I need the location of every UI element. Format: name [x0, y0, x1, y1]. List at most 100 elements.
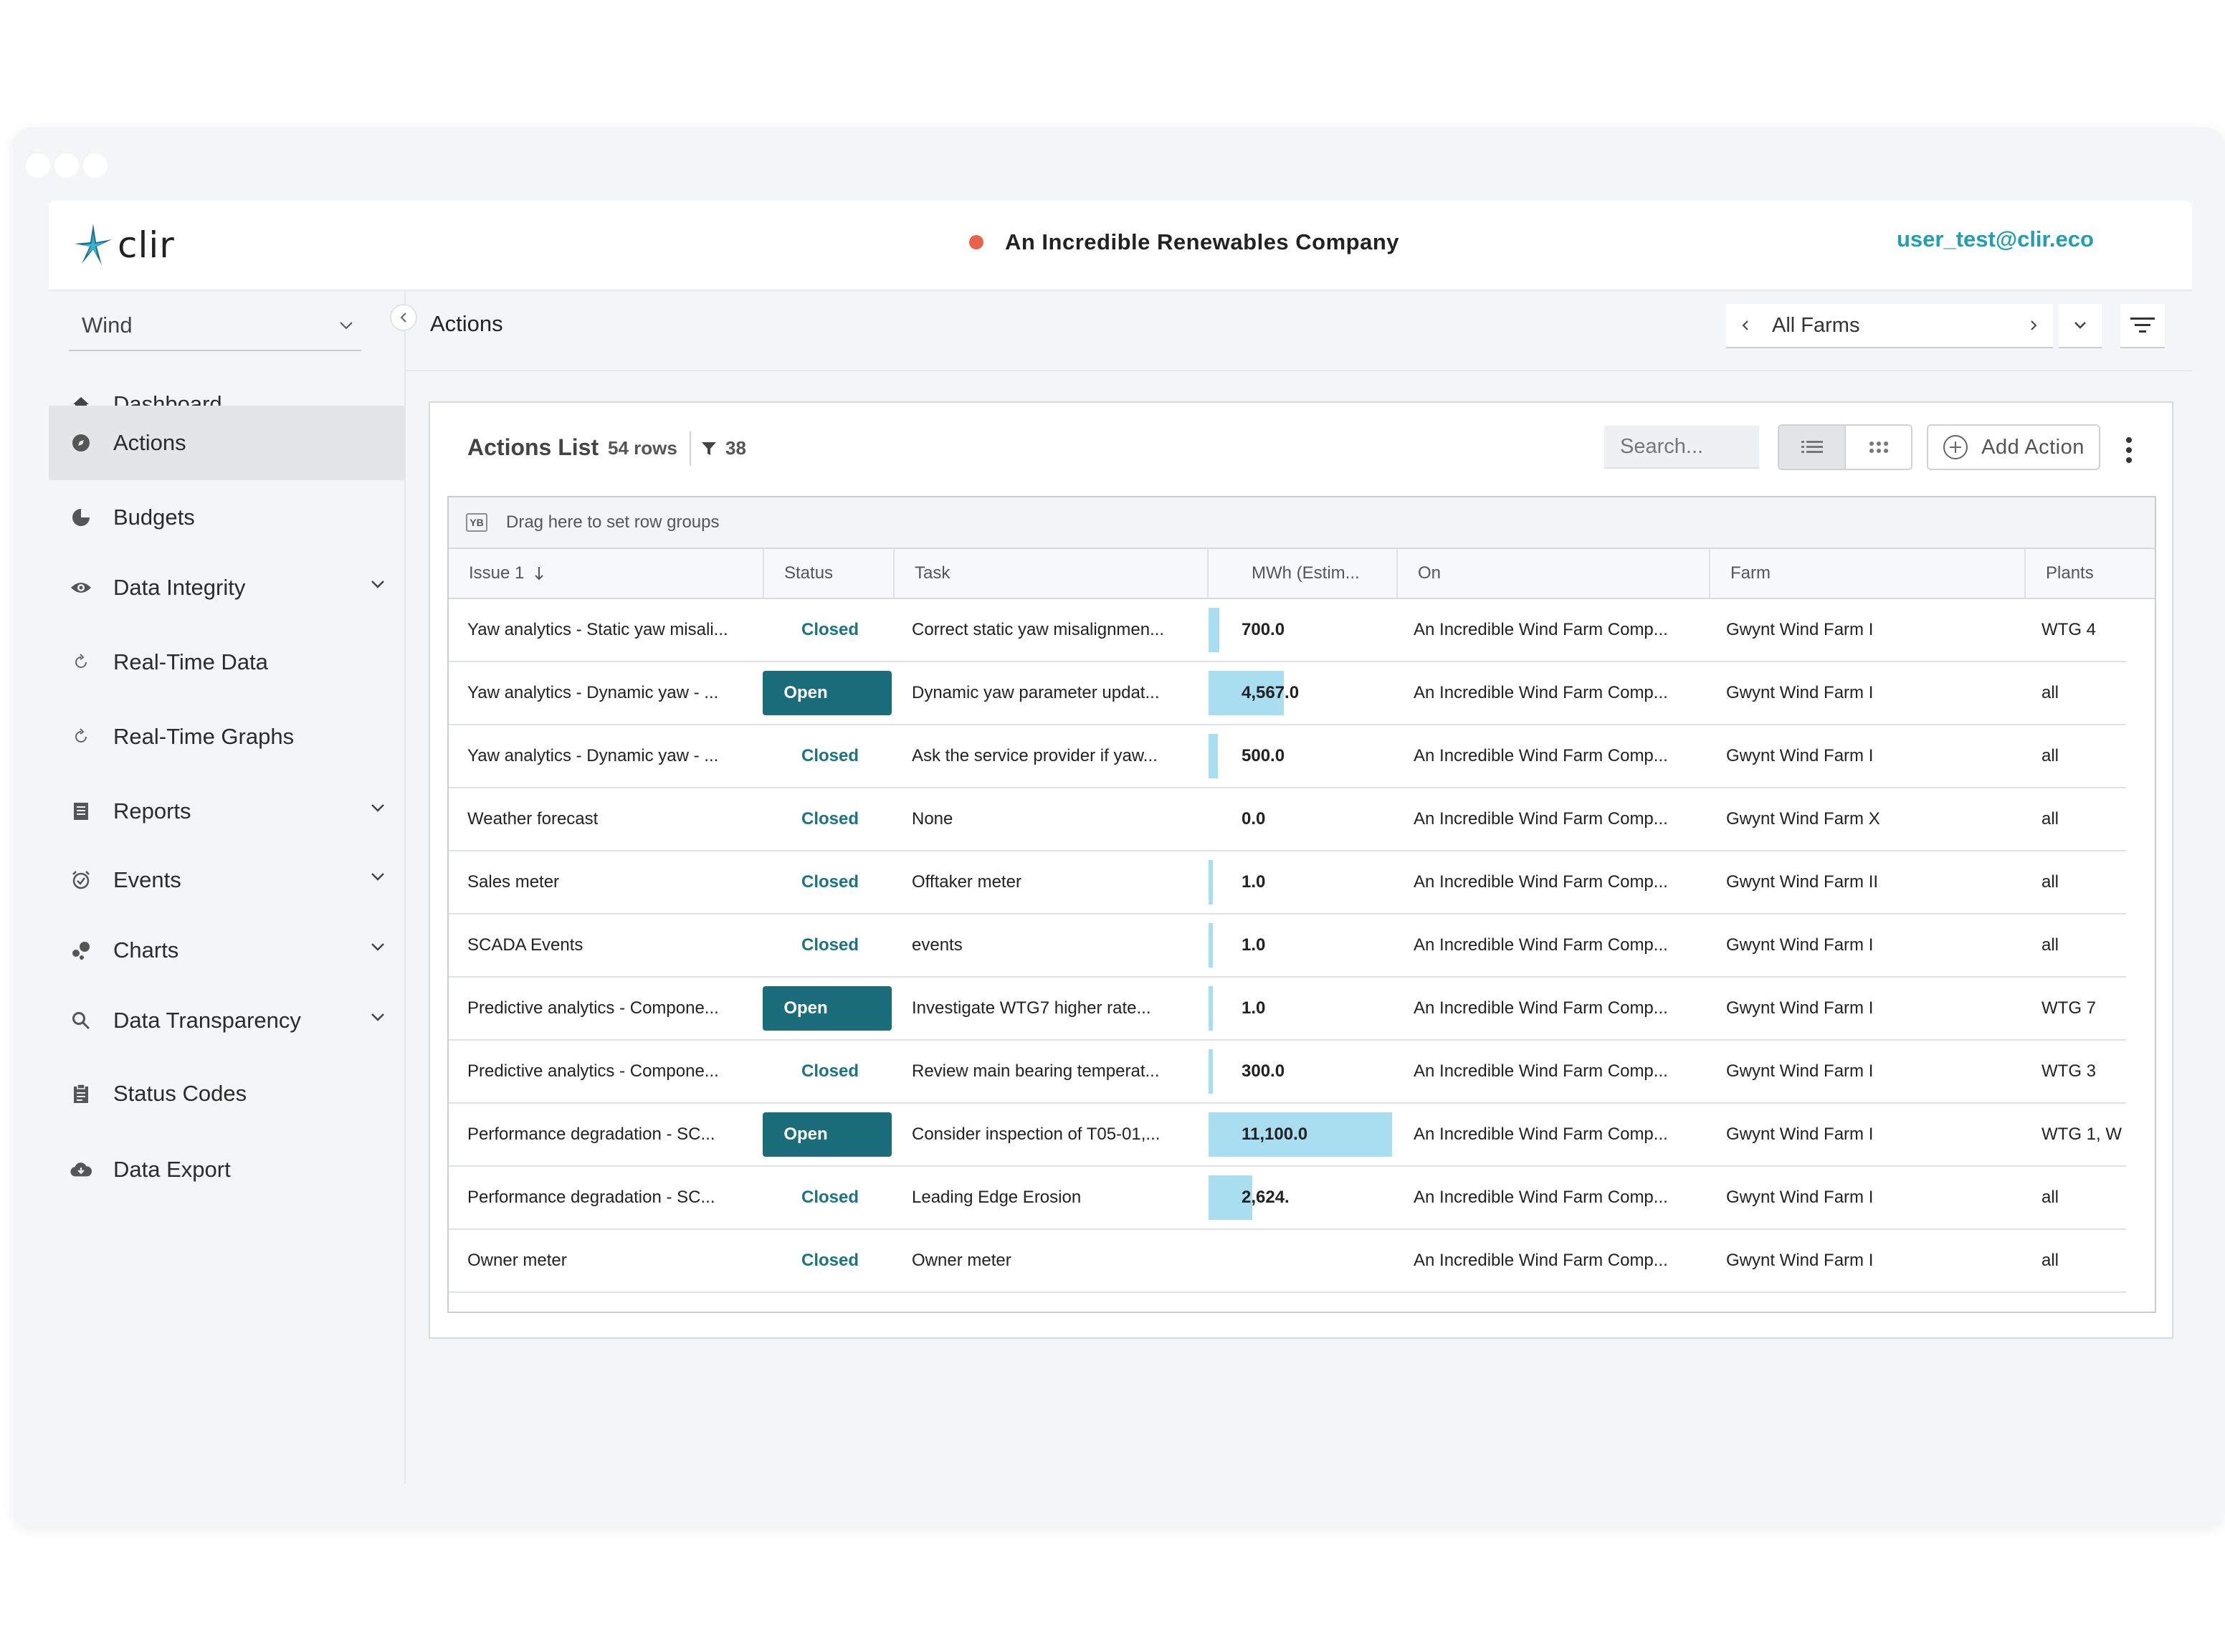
table-row[interactable]: Predictive analytics - Compone... Closed R…	[449, 1041, 2126, 1104]
column-header-plants[interactable]: Plants	[2026, 549, 2155, 598]
sidebar-item-label: Real-Time Graphs	[113, 724, 295, 749]
table-row[interactable]: Sales meter Closed Offtaker meter 1.0 An Inc…	[449, 851, 2126, 915]
farm-selector-label: All Farms	[1772, 313, 1860, 337]
issue-cell: Owner meter	[467, 1251, 567, 1270]
column-header-on[interactable]: On	[1398, 549, 1710, 598]
table-row[interactable]: Weather forecast Closed None 0.0 An Incredib…	[449, 788, 2126, 851]
actions-table: YB Drag here to set row groups Issue 1 S…	[447, 496, 2156, 1313]
chevron-left-icon[interactable]	[1740, 318, 1750, 333]
table-row[interactable]: Predictive analytics - Compone... Open Inv…	[449, 978, 2126, 1041]
issue-cell: Performance degradation - SC...	[467, 1188, 715, 1207]
farm-selector[interactable]: All Farms	[1726, 304, 2053, 348]
page-header: Actions All Farms	[406, 291, 2192, 371]
sector-select[interactable]: Wind	[69, 301, 361, 351]
filter-count[interactable]: 38	[701, 437, 746, 459]
sidebar-item-label: Data Export	[113, 1157, 231, 1182]
farm-cell: Gwynt Wind Farm II	[1726, 872, 1879, 892]
table-row[interactable]: Performance degradation - SC... Open Consi…	[449, 1104, 2126, 1167]
sidebar-item-actions[interactable]: Actions	[49, 406, 404, 480]
table-row[interactable]: SCADA Events Closed events 1.0 An Incredible…	[449, 915, 2126, 978]
sidebar-item-events[interactable]: Events	[49, 843, 404, 917]
task-cell: Investigate WTG7 higher rate...	[912, 998, 1151, 1018]
sidebar-item-charts[interactable]: Charts	[49, 913, 404, 988]
sidebar-item-data-export[interactable]: Data Export	[49, 1132, 404, 1207]
farm-dropdown-button[interactable]	[2059, 304, 2102, 348]
column-header-issue[interactable]: Issue 1	[449, 549, 764, 598]
sector-label: Wind	[82, 312, 133, 338]
view-toggle[interactable]	[1778, 424, 1912, 470]
chevron-down-icon	[371, 581, 384, 588]
column-header-task[interactable]: Task	[895, 549, 1209, 598]
plants-cell: all	[2041, 1251, 2059, 1270]
mwh-value: 4,567.0	[1242, 683, 1300, 702]
task-cell: Offtaker meter	[912, 872, 1021, 892]
row-group-hint: Drag here to set row groups	[506, 512, 720, 532]
mwh-value: 0.0	[1242, 809, 1266, 829]
sidebar: Wind Dashboard Actions Budgets Data Inte…	[49, 291, 406, 1484]
plants-cell: all	[2041, 746, 2059, 765]
window-dot	[83, 153, 108, 178]
task-cell: Dynamic yaw parameter updat...	[912, 683, 1160, 702]
on-cell: An Incredible Wind Farm Comp...	[1414, 746, 1668, 765]
plants-cell: WTG 3	[2041, 1061, 2096, 1081]
plants-cell: all	[2041, 935, 2059, 955]
company-name: An Incredible Renewables Company	[969, 229, 1399, 255]
task-cell: Review main bearing temperat...	[912, 1061, 1160, 1081]
sidebar-item-data-integrity[interactable]: Data Integrity	[49, 550, 404, 625]
window-dot	[26, 153, 50, 178]
chevron-down-icon	[371, 873, 384, 881]
farm-cell: Gwynt Wind Farm I	[1726, 998, 1874, 1018]
issue-cell: Yaw analytics - Dynamic yaw - ...	[467, 746, 719, 765]
farm-cell: Gwynt Wind Farm I	[1726, 683, 1874, 702]
user-email[interactable]: user_test@clir.eco	[1897, 226, 2094, 252]
mwh-value: 1.0	[1242, 872, 1266, 892]
column-header-label: Status	[784, 563, 834, 583]
window-dot	[54, 153, 79, 178]
column-header-label: MWh (Estim...	[1252, 563, 1360, 583]
table-row[interactable]: Yaw analytics - Static yaw misali... Clos…	[449, 599, 2126, 662]
sidebar-item-label: Data Transparency	[113, 1008, 301, 1033]
clir-logo[interactable]: clir	[73, 222, 175, 268]
cloud-download-icon	[70, 1159, 92, 1180]
task-cell: Leading Edge Erosion	[912, 1188, 1082, 1207]
sidebar-item-real-time-data[interactable]: Real-Time Data	[49, 625, 404, 700]
mwh-value: 2,624.	[1242, 1188, 1290, 1207]
sidebar-item-data-transparency[interactable]: Data Transparency	[49, 983, 404, 1058]
plants-cell: all	[2041, 683, 2059, 702]
task-cell: Ask the service provider if yaw...	[912, 746, 1158, 765]
list-view-icon	[1801, 441, 1823, 453]
sidebar-item-label: Budgets	[113, 505, 195, 530]
table-row[interactable]: Yaw analytics - Dynamic yaw - ... Closed A…	[449, 725, 2126, 788]
farm-cell: Gwynt Wind Farm I	[1726, 746, 1874, 765]
sidebar-item-reports[interactable]: Reports	[49, 774, 404, 849]
page-title: Actions	[430, 311, 503, 336]
collapse-sidebar-button[interactable]	[390, 304, 417, 331]
task-cell: None	[912, 809, 953, 829]
task-cell: events	[912, 935, 963, 955]
farm-cell: Gwynt Wind Farm I	[1726, 1251, 1874, 1270]
mwh-bar	[1209, 923, 1213, 968]
card-more-options-icon[interactable]	[2126, 437, 2132, 463]
search-input[interactable]	[1604, 426, 1759, 469]
column-header-status[interactable]: Status	[764, 549, 895, 598]
table-row[interactable]: Performance degradation - SC... Closed Lea…	[449, 1167, 2126, 1230]
sidebar-item-status-codes[interactable]: Status Codes	[49, 1056, 404, 1131]
compass-icon	[70, 432, 92, 454]
sidebar-item-budgets[interactable]: Budgets	[49, 480, 404, 555]
table-row[interactable]: Yaw analytics - Dynamic yaw - ... Open Dyn…	[449, 662, 2126, 725]
filter-button[interactable]	[2120, 304, 2165, 348]
grid-view-button[interactable]	[1846, 426, 1911, 469]
sidebar-item-real-time-graphs[interactable]: Real-Time Graphs	[49, 700, 404, 774]
row-group-drop-zone[interactable]: YB Drag here to set row groups	[449, 497, 2155, 549]
column-header-farm[interactable]: Farm	[1710, 549, 2026, 598]
add-action-button[interactable]: Add Action	[1927, 424, 2100, 470]
app-frame: clir An Incredible Renewables Company us…	[49, 201, 2192, 1484]
status-badge: Closed	[801, 1061, 859, 1081]
sidebar-item-label: Charts	[113, 937, 179, 963]
sidebar-item-label: Actions	[113, 430, 186, 455]
column-header-mwh[interactable]: MWh (Estim...	[1209, 549, 1398, 598]
on-cell: An Incredible Wind Farm Comp...	[1414, 1188, 1668, 1207]
table-row[interactable]: Owner meter Closed Owner meter An Incredibl…	[449, 1230, 2126, 1293]
list-view-button[interactable]	[1779, 426, 1846, 469]
chevron-right-icon[interactable]	[2029, 318, 2039, 333]
